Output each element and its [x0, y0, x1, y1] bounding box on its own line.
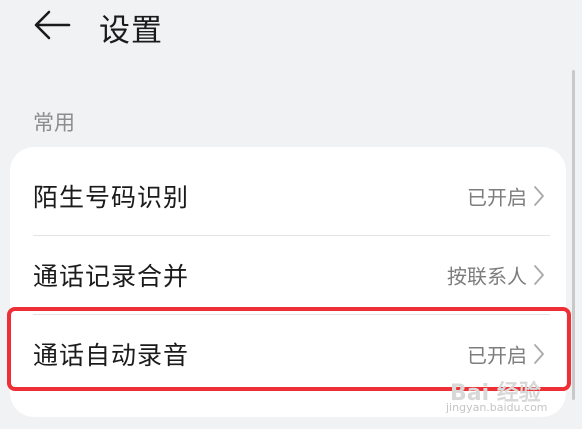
scrollbar[interactable]: [572, 70, 575, 400]
chevron-right-icon: [534, 186, 544, 206]
back-arrow-icon[interactable]: [32, 8, 72, 42]
setting-value: 按联系人: [447, 264, 527, 289]
setting-label: 通话记录合并: [33, 262, 190, 291]
page-title: 设置: [99, 13, 163, 49]
section-label-common: 常用: [33, 111, 75, 135]
setting-row-call-log-merge[interactable]: 通话记录合并 按联系人: [10, 236, 566, 314]
setting-value: 已开启: [467, 185, 527, 210]
watermark-url: jingyan.baidu.com: [446, 401, 548, 414]
watermark: Bai 经验 jingyan.baidu.com: [446, 375, 556, 419]
chevron-right-icon: [534, 265, 544, 285]
setting-label: 陌生号码识别: [33, 183, 190, 212]
header: 设置: [0, 0, 582, 60]
setting-row-unknown-number-identification[interactable]: 陌生号码识别 已开启: [10, 157, 566, 235]
